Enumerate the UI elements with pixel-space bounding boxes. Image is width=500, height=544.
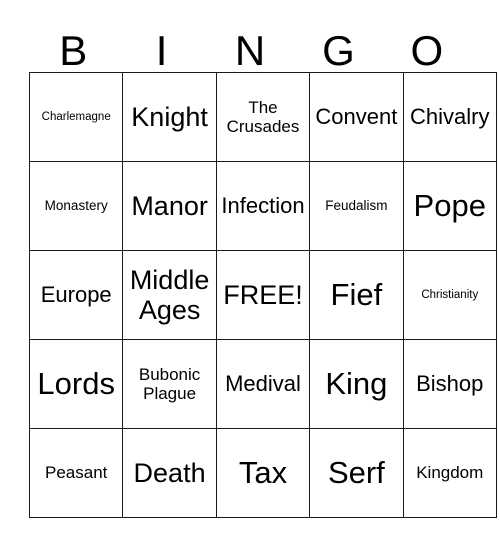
bingo-cell-label: Fief <box>330 276 383 312</box>
bingo-row: Charlemagne Knight The Crusades Convent … <box>28 72 497 162</box>
bingo-cell[interactable]: Knight <box>122 72 217 162</box>
bingo-cell-label: King <box>325 365 388 401</box>
bingo-cell-label: Kingdom <box>416 463 484 483</box>
bingo-cell-label: Tax <box>238 454 288 490</box>
bingo-cell[interactable]: Peasant <box>28 428 124 518</box>
bingo-free-cell[interactable]: FREE! <box>215 250 311 340</box>
bingo-cell[interactable]: Manor <box>122 161 217 251</box>
bingo-header-letter-n: N <box>234 27 266 74</box>
bingo-cell[interactable]: Infection <box>215 161 311 251</box>
bingo-cell[interactable]: Convent <box>309 72 404 162</box>
bingo-row: Peasant Death Tax Serf Kingdom <box>28 428 497 518</box>
bingo-cell[interactable]: Chivalry <box>402 72 497 162</box>
bingo-cell-label: Manor <box>131 190 208 221</box>
bingo-cell-label: Medival <box>225 371 301 397</box>
bingo-cell[interactable]: Bishop <box>402 339 497 429</box>
bingo-cell[interactable]: Serf <box>309 428 404 518</box>
bingo-cell-label: Monastery <box>44 197 108 213</box>
bingo-row: Europe Middle Ages FREE! Fief Christiani… <box>28 250 497 340</box>
bingo-cell-label: Lords <box>37 365 115 401</box>
bingo-cell-label: Convent <box>315 104 398 130</box>
bingo-cell[interactable]: King <box>309 339 404 429</box>
bingo-cell-label: The Crusades <box>226 97 300 136</box>
bingo-cell-label: Infection <box>221 193 305 219</box>
bingo-cell-label: Bishop <box>416 371 484 397</box>
bingo-free-label: FREE! <box>223 279 303 310</box>
bingo-cell-label: Chivalry <box>410 104 490 130</box>
bingo-cell[interactable]: Lords <box>28 339 124 429</box>
bingo-cell-label: Knight <box>131 101 208 132</box>
bingo-cell[interactable]: Monastery <box>28 161 124 251</box>
bingo-header-row: B I N G O <box>29 20 471 72</box>
bingo-cell[interactable]: Europe <box>28 250 124 340</box>
bingo-row: Lords Bubonic Plague Medival King Bishop <box>28 339 497 429</box>
bingo-cell[interactable]: Charlemagne <box>28 72 124 162</box>
bingo-cell-label: Charlemagne <box>41 110 111 123</box>
bingo-cell[interactable]: Feudalism <box>309 161 404 251</box>
bingo-grid: Charlemagne Knight The Crusades Convent … <box>28 72 497 518</box>
bingo-cell[interactable]: Tax <box>215 428 311 518</box>
bingo-cell[interactable]: Fief <box>309 250 404 340</box>
bingo-cell-label: Feudalism <box>325 197 388 213</box>
bingo-cell-label: Death <box>133 457 206 488</box>
bingo-cell-label: Serf <box>327 454 385 490</box>
bingo-cell[interactable]: Medival <box>215 339 311 429</box>
bingo-header-letter-i: I <box>155 27 168 74</box>
bingo-cell[interactable]: Pope <box>402 161 497 251</box>
bingo-cell[interactable]: The Crusades <box>215 72 311 162</box>
bingo-header-letter-o: O <box>410 27 444 74</box>
bingo-row: Monastery Manor Infection Feudalism Pope <box>28 161 497 251</box>
bingo-cell[interactable]: Bubonic Plague <box>122 339 217 429</box>
bingo-cell-label: Europe <box>40 282 112 308</box>
bingo-cell[interactable]: Death <box>122 428 217 518</box>
bingo-header-letter-b: B <box>59 27 88 74</box>
bingo-cell-label: Pope <box>413 187 486 223</box>
bingo-cell[interactable]: Middle Ages <box>122 250 217 340</box>
bingo-cell-label: Christianity <box>421 288 479 301</box>
bingo-card: B I N G O Charlemagne Knight The Crusade… <box>28 20 497 518</box>
bingo-cell-label: Peasant <box>45 463 108 483</box>
bingo-cell[interactable]: Kingdom <box>402 428 497 518</box>
bingo-cell-label: Middle Ages <box>129 264 210 325</box>
bingo-cell-label: Bubonic Plague <box>138 364 201 403</box>
bingo-cell[interactable]: Christianity <box>402 250 497 340</box>
bingo-header-letter-g: G <box>322 27 355 74</box>
